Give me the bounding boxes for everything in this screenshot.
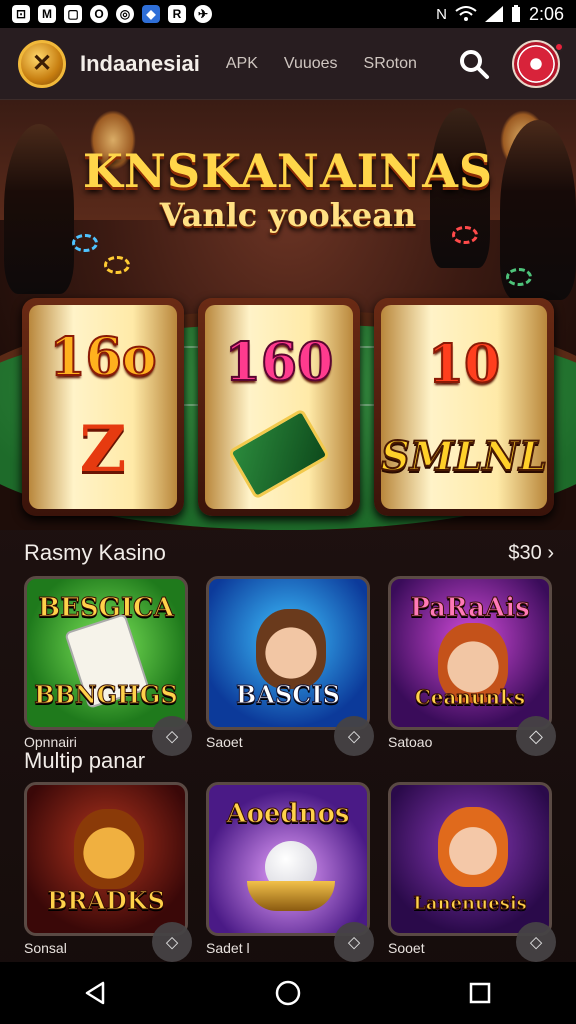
game-card[interactable]: BESGICA BBNGHGS ⬦ Opnnairi xyxy=(24,576,192,756)
game-card[interactable]: PaRaAis Ceanunks ◇ Satoao xyxy=(388,576,556,756)
signal-icon xyxy=(484,6,503,22)
app-screen: ⊡ M ▢ O ◎ ◆ R ✈ N 2:06 ✕ Indaanesiai APK… xyxy=(0,0,576,1024)
search-icon[interactable] xyxy=(458,48,490,80)
game-thumb-subtitle: BASCIS xyxy=(236,680,341,709)
app-icon-6: ◆ xyxy=(142,5,160,23)
system-nav-bar xyxy=(0,962,576,1024)
game-thumb-subtitle: BRADKS xyxy=(47,886,166,915)
notification-icons: ⊡ M ▢ O ◎ ◆ R ✈ xyxy=(12,5,212,23)
see-more-link[interactable]: $30 › xyxy=(508,542,554,565)
game-thumbnail: BRADKS xyxy=(24,782,188,936)
game-card[interactable]: Lanenuesis ⬦ Sooet xyxy=(388,782,556,962)
avatar xyxy=(256,609,326,689)
game-card[interactable]: BASCIS ⬦ Saoet xyxy=(206,576,374,756)
avatar xyxy=(438,807,508,887)
app-icon-8: ✈ xyxy=(194,5,212,23)
chevron-right-icon: › xyxy=(547,541,554,564)
status-bar: ⊡ M ▢ O ◎ ◆ R ✈ N 2:06 xyxy=(0,0,576,28)
avatar xyxy=(74,809,144,889)
bowl-icon xyxy=(247,881,335,911)
recents-button[interactable] xyxy=(460,973,500,1013)
home-button[interactable] xyxy=(268,973,308,1013)
top-nav: APK Vuuoes SRoton xyxy=(226,55,417,73)
app-icon-5: ◎ xyxy=(116,5,134,23)
home-icon xyxy=(275,980,301,1006)
reel-3-number: 10 xyxy=(427,333,501,396)
recents-icon xyxy=(469,982,491,1004)
game-thumb-subtitle: Lanenuesis xyxy=(413,893,528,914)
game-thumb-title: Aoednos xyxy=(226,799,350,830)
notification-dot xyxy=(554,42,564,52)
game-card[interactable]: BRADKS ⬦ Sonsal xyxy=(24,782,192,962)
nav-vouchers[interactable]: Vuuoes xyxy=(284,55,338,73)
app-logo[interactable]: ✕ xyxy=(18,39,66,88)
profile-chip-button[interactable] xyxy=(512,40,560,88)
back-button[interactable] xyxy=(76,973,116,1013)
chip-icon xyxy=(104,256,130,274)
game-thumbnail: BASCIS xyxy=(206,576,370,730)
app-icon-3: ▢ xyxy=(64,5,82,23)
play-icon[interactable]: ⬦ xyxy=(152,922,192,962)
clock: 2:06 xyxy=(528,3,564,24)
wifi-icon xyxy=(455,6,477,21)
nav-promotion[interactable]: SRoton xyxy=(364,55,417,73)
slot-reels: 16o Z 160 10 SMLNL xyxy=(22,298,555,516)
reel-2: 160 xyxy=(198,298,361,516)
nfc-icon: N xyxy=(436,5,447,23)
game-thumbnail: Lanenuesis xyxy=(388,782,552,936)
game-thumb-subtitle: BBNGHGS xyxy=(34,680,179,709)
back-icon xyxy=(85,981,105,1005)
battery-icon xyxy=(511,5,520,22)
reel-3: 10 SMLNL xyxy=(374,298,555,516)
app-icon-1: ⊡ xyxy=(12,5,30,23)
reel-3-symbol: SMLNL xyxy=(380,432,548,481)
app-icon-2: M xyxy=(38,5,56,23)
reel-1-symbol: Z xyxy=(79,412,127,487)
app-icon-7: R xyxy=(168,5,186,23)
system-icons: N 2:06 xyxy=(436,4,564,25)
game-thumbnail: PaRaAis Ceanunks xyxy=(388,576,552,730)
top-app-bar: ✕ Indaanesiai APK Vuuoes SRoton xyxy=(0,28,576,100)
game-thumbnail: BESGICA BBNGHGS xyxy=(24,576,188,730)
game-grid-row-2: BRADKS ⬦ Sonsal Aoednos ⬦ Sadet l Lanenu… xyxy=(24,782,556,962)
app-title: Indaanesiai xyxy=(80,50,200,76)
hero-banner[interactable]: BBOARR BHKNRS KNSKANAINAS Vanlc yookean … xyxy=(0,100,576,530)
hero-title: KNSKANAINAS xyxy=(82,144,494,198)
game-thumb-title: PaRaAis xyxy=(410,593,530,624)
play-icon[interactable]: ⬦ xyxy=(334,922,374,962)
section-title: Multip panar xyxy=(24,748,146,773)
section-header: Rasmy Kasino $30 › xyxy=(24,540,554,566)
see-more-label: $30 xyxy=(508,541,542,564)
reel-1-number: 16o xyxy=(48,326,157,389)
game-card[interactable]: Aoednos ⬦ Sadet l xyxy=(206,782,374,962)
reel-2-number: 160 xyxy=(224,331,335,394)
play-icon[interactable]: ⬦ xyxy=(516,922,556,962)
chip-icon xyxy=(506,268,532,286)
section-title: Rasmy Kasino xyxy=(24,540,166,565)
hero-subtitle: Vanlc yookean xyxy=(159,196,417,234)
section-header: Multip panar xyxy=(24,748,554,774)
game-grid-row-1: BESGICA BBNGHGS ⬦ Opnnairi BASCIS ⬦ Saoe… xyxy=(24,576,556,756)
nav-apk[interactable]: APK xyxy=(226,55,258,73)
game-thumbnail: Aoednos xyxy=(206,782,370,936)
game-thumb-subtitle: Ceanunks xyxy=(414,685,526,709)
app-icon-4: O xyxy=(90,5,108,23)
chip-icon xyxy=(72,234,98,252)
card-icon xyxy=(227,408,331,500)
reel-1: 16o Z xyxy=(22,298,185,516)
